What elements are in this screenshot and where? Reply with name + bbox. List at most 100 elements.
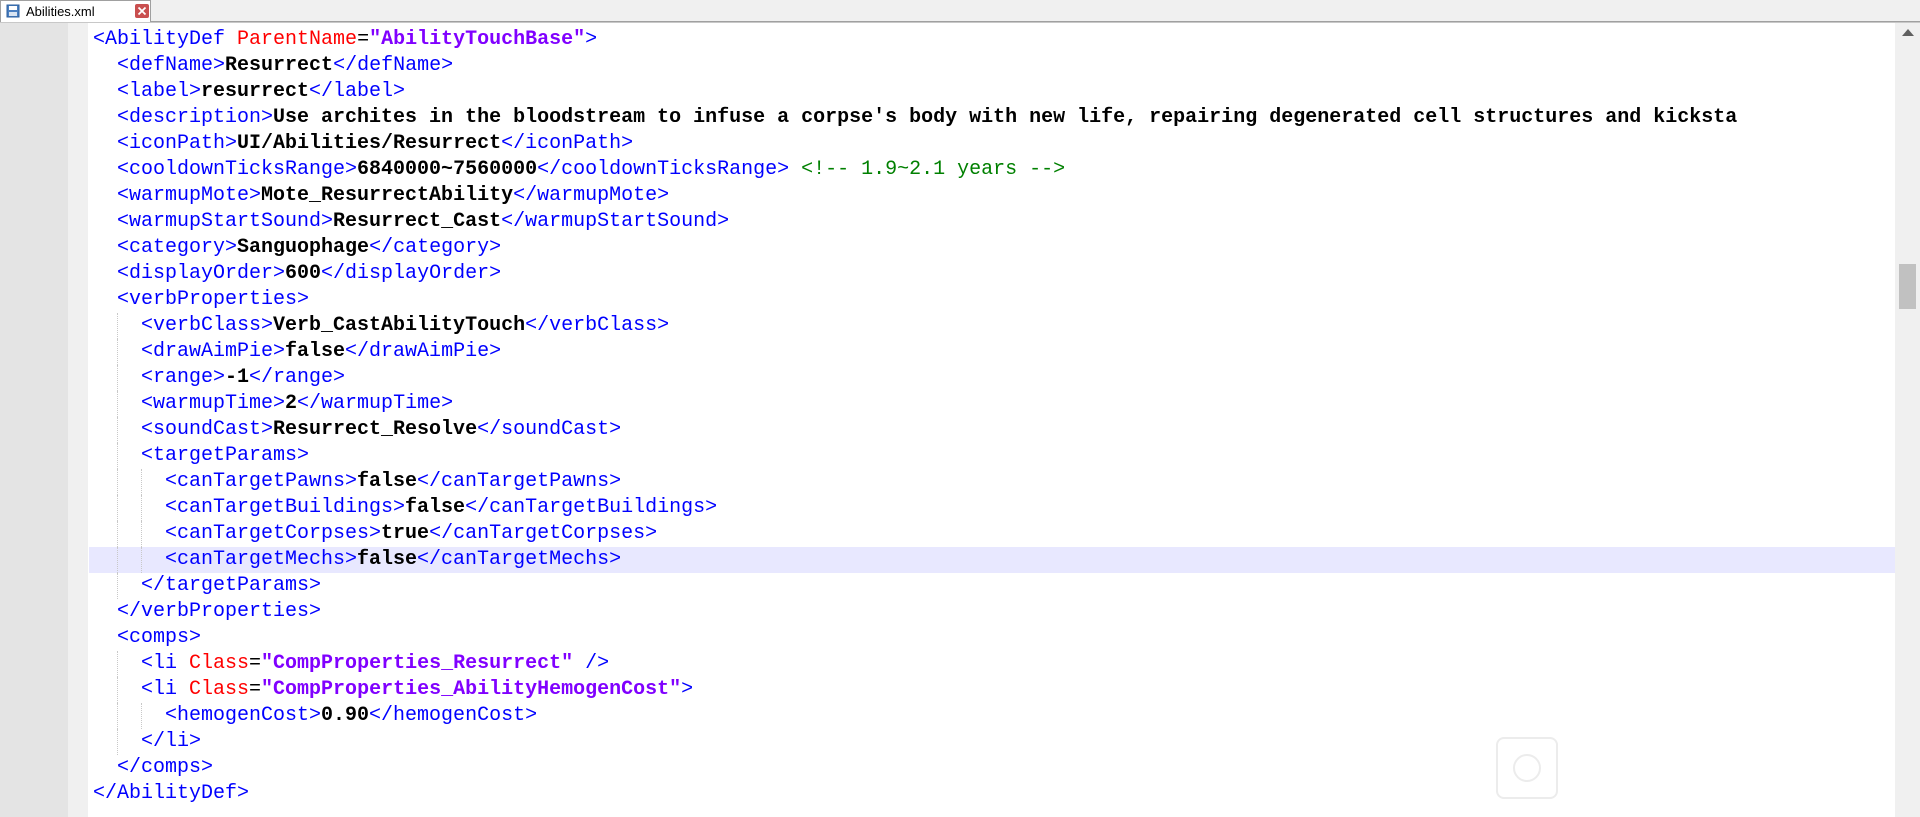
vertical-scrollbar[interactable] (1895, 23, 1920, 817)
indent-guide (117, 547, 119, 573)
code-line[interactable]: 177<canTargetPawns>false</canTargetPawns… (89, 469, 1895, 495)
token-text: 600 (285, 262, 322, 285)
indent-guide (141, 495, 143, 521)
indent-guide (117, 521, 119, 547)
token-attr: Class (189, 678, 250, 701)
indent-guide (117, 573, 119, 599)
token-text: false (285, 340, 346, 363)
indent-guide (141, 521, 143, 547)
code-editor[interactable]: 160<AbilityDef ParentName="AbilityTouchB… (0, 22, 1920, 817)
code-text: <soundCast>Resurrect_Resolve</soundCast> (141, 417, 621, 443)
code-text: <canTargetMechs>false</canTargetMechs> (165, 547, 621, 573)
code-line[interactable]: 179<canTargetCorpses>true</canTargetCorp… (89, 521, 1895, 547)
code-text: </targetParams> (141, 573, 321, 599)
code-line[interactable]: 163<description>Use archites in the bloo… (89, 105, 1895, 131)
token-text: Mote_ResurrectAbility (261, 184, 514, 207)
code-line[interactable]: 173<range>-1</range> (89, 365, 1895, 391)
scroll-thumb[interactable] (1899, 264, 1916, 309)
tab-abilities-xml[interactable]: Abilities.xml (0, 0, 151, 22)
indent-guide (117, 391, 119, 417)
token-tag: </AbilityDef> (93, 782, 250, 805)
token-tag: <label> (117, 80, 202, 103)
indent-guide (117, 729, 119, 755)
code-line[interactable]: 172<drawAimPie>false</drawAimPie> (89, 339, 1895, 365)
indent-guide (117, 417, 119, 443)
indent-guide (117, 365, 119, 391)
token-attr: ParentName (237, 28, 358, 51)
token-text: false (405, 496, 466, 519)
code-line[interactable]: 185<li Class="CompProperties_AbilityHemo… (89, 677, 1895, 703)
line-number-gutter (0, 23, 68, 817)
token-tag: <cooldownTicksRange> (117, 158, 358, 181)
code-text: <targetParams> (141, 443, 309, 469)
code-line[interactable]: 167<warmupStartSound>Resurrect_Cast</war… (89, 209, 1895, 235)
code-line[interactable]: 184<li Class="CompProperties_Resurrect" … (89, 651, 1895, 677)
token-tag: /> (573, 652, 610, 675)
code-line[interactable]: 168<category>Sanguophage</category> (89, 235, 1895, 261)
token-text: Resurrect_Resolve (273, 418, 478, 441)
scroll-up-icon[interactable] (1902, 29, 1914, 36)
token-tag: <range> (141, 366, 226, 389)
code-line[interactable]: 171<verbClass>Verb_CastAbilityTouch</ver… (89, 313, 1895, 339)
code-text: <category>Sanguophage</category> (117, 235, 501, 261)
code-line[interactable]: 170<verbProperties> (89, 287, 1895, 313)
token-tag: </warmupStartSound> (501, 210, 730, 233)
token-tag: </li> (141, 730, 202, 753)
token-tag: </category> (369, 236, 502, 259)
token-text: Resurrect (225, 54, 334, 77)
code-text: <iconPath>UI/Abilities/Resurrect</iconPa… (117, 131, 633, 157)
code-text: </verbProperties> (117, 599, 321, 625)
token-text: resurrect (201, 80, 310, 103)
token-tag: </verbProperties> (117, 600, 322, 623)
code-line[interactable]: 183<comps> (89, 625, 1895, 651)
token-tag: <drawAimPie> (141, 340, 286, 363)
token-tag: <canTargetBuildings> (165, 496, 406, 519)
code-text: <canTargetPawns>false</canTargetPawns> (165, 469, 621, 495)
code-line[interactable]: 174<warmupTime>2</warmupTime> (89, 391, 1895, 417)
code-line[interactable]: 178<canTargetBuildings>false</canTargetB… (89, 495, 1895, 521)
code-line[interactable]: 188</comps> (89, 755, 1895, 781)
token-tag: </canTargetBuildings> (465, 496, 718, 519)
code-line[interactable]: 169<displayOrder>600</displayOrder> (89, 261, 1895, 287)
code-line[interactable]: 186<hemogenCost>0.90</hemogenCost> (89, 703, 1895, 729)
code-line[interactable]: 187</li> (89, 729, 1895, 755)
token-tag: > (681, 678, 694, 701)
token-tag: </verbClass> (525, 314, 670, 337)
token-str: "CompProperties_AbilityHemogenCost" (261, 678, 682, 701)
code-line[interactable]: 161<defName>Resurrect</defName> (89, 53, 1895, 79)
token-tag: </warmupTime> (297, 392, 454, 415)
code-line[interactable]: 190 (89, 807, 1895, 817)
code-line[interactable]: 189</AbilityDef> (89, 781, 1895, 807)
indent-guide (117, 495, 119, 521)
token-tag: <soundCast> (141, 418, 274, 441)
token-text: Verb_CastAbilityTouch (273, 314, 526, 337)
code-line[interactable]: 176<targetParams> (89, 443, 1895, 469)
code-text: <hemogenCost>0.90</hemogenCost> (165, 703, 537, 729)
fold-margin[interactable] (68, 23, 88, 817)
code-line[interactable]: 164<iconPath>UI/Abilities/Resurrect</ico… (89, 131, 1895, 157)
indent-guide (141, 469, 143, 495)
code-text: <comps> (117, 625, 201, 651)
token-tag: <category> (117, 236, 238, 259)
code-line[interactable]: 180<canTargetMechs>false</canTargetMechs… (89, 547, 1895, 573)
token-text: 0.90 (321, 704, 370, 727)
code-line[interactable]: 182</verbProperties> (89, 599, 1895, 625)
indent-guide (117, 443, 119, 469)
token-tag: <iconPath> (117, 132, 238, 155)
code-text: <li Class="CompProperties_Resurrect" /> (141, 651, 609, 677)
token-text: -1 (225, 366, 250, 389)
code-line[interactable]: 165<cooldownTicksRange>6840000~7560000</… (89, 157, 1895, 183)
code-line[interactable]: 175<soundCast>Resurrect_Resolve</soundCa… (89, 417, 1895, 443)
close-tab-icon[interactable] (135, 4, 149, 18)
code-line[interactable]: 166<warmupMote>Mote_ResurrectAbility</wa… (89, 183, 1895, 209)
token-tag: <AbilityDef (93, 28, 238, 51)
editor-text-area[interactable]: 160<AbilityDef ParentName="AbilityTouchB… (89, 23, 1895, 817)
code-line[interactable]: 162<label>resurrect</label> (89, 79, 1895, 105)
code-line[interactable]: 181</targetParams> (89, 573, 1895, 599)
code-text: <li Class="CompProperties_AbilityHemogen… (141, 677, 693, 703)
code-text: <warmupTime>2</warmupTime> (141, 391, 453, 417)
code-line[interactable]: 160<AbilityDef ParentName="AbilityTouchB… (89, 27, 1895, 53)
token-text: Use archites in the bloodstream to infus… (273, 106, 1738, 129)
token-tag: <comps> (117, 626, 202, 649)
code-text: <canTargetCorpses>true</canTargetCorpses… (165, 521, 657, 547)
